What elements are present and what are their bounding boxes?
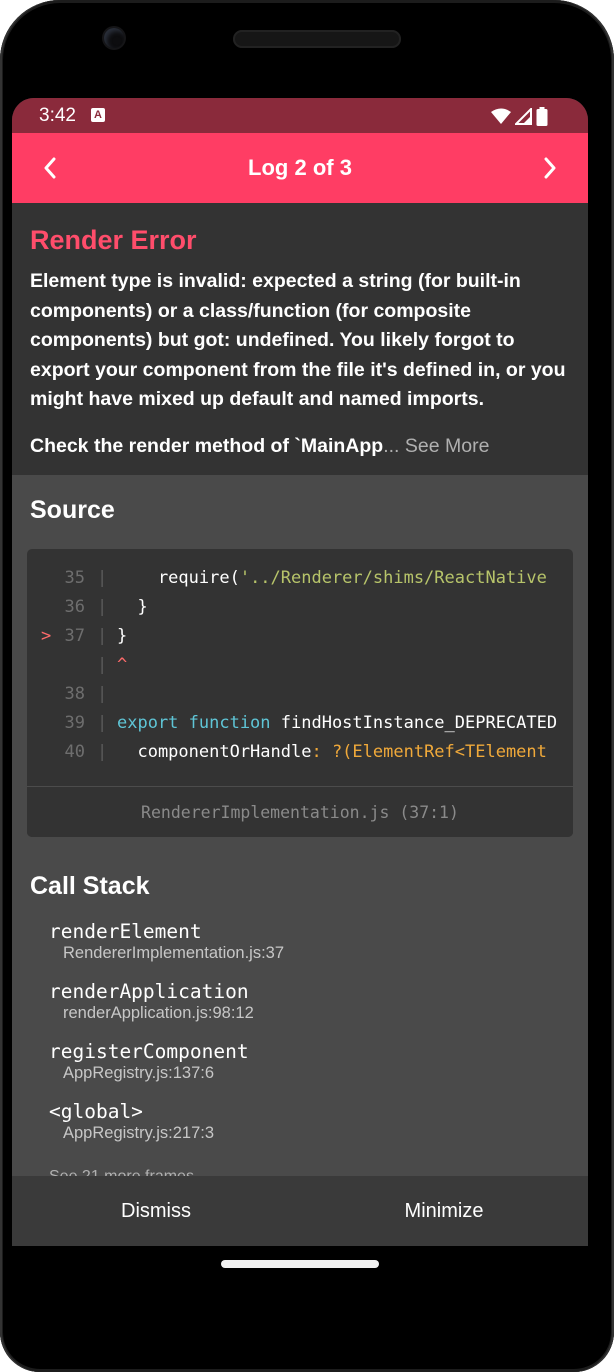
code-token: '../Renderer/shims/ReactNative [239,568,547,588]
line-number: 38 [64,684,85,704]
stack-frame[interactable]: renderApplication renderApplication.js:98… [49,980,254,1023]
dismiss-button[interactable]: Dismiss [12,1176,300,1246]
line-number: 35 [64,568,85,588]
stack-frame[interactable]: registerComponent AppRegistry.js:137:6 [49,1040,249,1083]
code-token: : ?( [311,742,353,762]
code-frame-file-location[interactable]: RendererImplementation.js (37:1) [27,786,573,837]
line-number: 40 [64,742,85,762]
stack-frame-location: renderApplication.js:98:12 [63,1004,254,1022]
code-token: componentOrHandle [117,742,312,762]
code-token: export function [117,713,281,733]
stack-frame[interactable]: <global> AppRegistry.js:217:3 [49,1100,214,1143]
code-text: } [117,593,148,622]
text-a-icon: A [91,108,105,122]
gutter-separator: | [97,742,108,762]
error-check-line: Check the render method of `MainApp... S… [30,432,575,461]
status-bar: 3:42 A [12,98,588,133]
source-section-title: Source [30,496,115,524]
battery-icon [536,106,548,126]
status-time: 3:42 [39,105,76,126]
log-actions-bar: Dismiss Minimize [12,1176,588,1246]
code-token: findHostInstance_DEPRECATED [280,713,558,733]
line-number: 37 [64,626,85,646]
code-line: 40 | componentOrHandle: ?(ElementRef<TEle… [27,738,559,767]
code-text: export function findHostInstance_DEPRECA… [117,709,557,738]
code-frame[interactable]: 35 | require('../Renderer/shims/ReactNati… [27,549,573,837]
home-indicator[interactable] [221,1260,379,1268]
code-lines: 35 | require('../Renderer/shims/ReactNati… [27,564,573,786]
code-token: ^ [117,655,128,675]
line-number: 36 [64,597,85,617]
stack-frame-location: AppRegistry.js:217:3 [63,1124,215,1142]
minimize-button[interactable]: Minimize [300,1176,588,1246]
ellipsis: ... [383,435,400,457]
phone-frame: 3:42 A Log 2 of 3 Render Error Element t… [0,0,614,1372]
code-line: 39 | export function findHostInstance_DEPR… [27,709,559,738]
front-camera [104,28,124,48]
status-icons [491,106,548,126]
error-message-panel: Render Error Element type is invalid: ex… [12,203,588,475]
gutter-separator: | [97,713,108,733]
check-render-text: Check the render method of `MainApp [30,435,384,457]
code-line: 38 | [27,680,559,709]
log-counter-title: Log 2 of 3 [248,155,352,180]
stack-frame-location: AppRegistry.js:137:6 [63,1064,215,1082]
call-stack-section-title: Call Stack [30,872,150,900]
code-token: } [117,597,148,617]
code-token: ElementRef<TElement [352,742,547,762]
gutter-separator: | [97,597,108,617]
code-token: require( [117,568,240,588]
gutter-separator: | [97,655,108,675]
see-more-link[interactable]: See More [399,435,490,457]
gutter-separator: | [97,626,108,646]
gutter-separator: | [97,684,108,704]
stack-frame-function: <global> [49,1100,143,1123]
code-line: | ^ [27,651,559,680]
wifi-icon [491,108,511,124]
error-line-marker: > [41,626,52,646]
code-line: 36 | } [27,593,559,622]
stack-frame[interactable]: renderElement RendererImplementation.js:3… [49,920,284,963]
code-text: } [117,622,127,651]
error-title: Render Error [30,225,197,255]
code-text: componentOrHandle: ?(ElementRef<TElement [117,738,547,767]
error-message-text: Element type is invalid: expected a stri… [30,270,566,410]
stack-frame-function: registerComponent [49,1040,249,1063]
gutter-separator: | [97,568,108,588]
stack-frame-location: RendererImplementation.js:37 [63,944,285,962]
stack-frame-function: renderApplication [49,980,249,1003]
code-text: ^ [117,651,127,680]
signal-icon [515,107,532,125]
code-text: require('../Renderer/shims/ReactNative [117,564,547,593]
code-token: } [117,626,128,646]
code-line: >37 |} [27,622,559,651]
earpiece-speaker [233,30,401,48]
line-number: 39 [64,713,85,733]
log-navigation-header: Log 2 of 3 [12,133,588,203]
chevron-right-icon [544,157,556,179]
stack-frame-function: renderElement [49,920,202,943]
code-line: 35 | require('../Renderer/shims/ReactNati… [27,564,559,593]
next-log-button[interactable] [515,133,585,203]
screen: 3:42 A Log 2 of 3 Render Error Element t… [12,98,588,1246]
